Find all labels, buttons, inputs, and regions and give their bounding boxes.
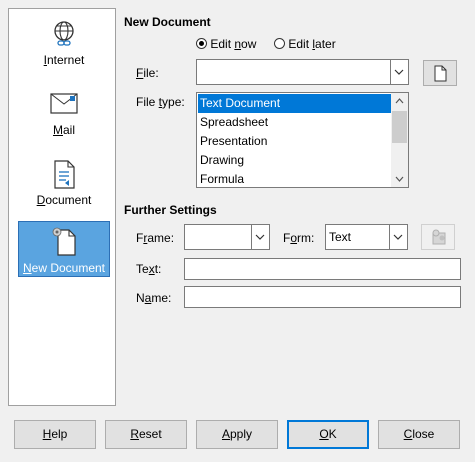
- document-icon: [49, 159, 79, 189]
- blank-page-icon: [434, 65, 447, 82]
- scroll-down-arrow-icon[interactable]: [391, 172, 408, 186]
- event-macro-icon: [432, 229, 446, 245]
- frame-combobox[interactable]: [184, 224, 270, 250]
- form-dropdown-button[interactable]: [389, 225, 407, 249]
- file-type-label: File type:: [136, 95, 185, 109]
- list-item[interactable]: Drawing: [198, 151, 391, 170]
- sidebar-item-document[interactable]: Document: [18, 157, 110, 209]
- scroll-up-arrow-icon[interactable]: [391, 94, 408, 108]
- name-field[interactable]: [184, 286, 461, 308]
- list-item[interactable]: Spreadsheet: [198, 113, 391, 132]
- file-type-listbox[interactable]: Text Document Spreadsheet Presentation D…: [196, 92, 409, 188]
- sidebar-item-internet[interactable]: Internet: [18, 17, 110, 69]
- form-combobox[interactable]: Text: [325, 224, 408, 250]
- file-combobox[interactable]: [196, 59, 409, 85]
- edit-now-label: Edit now: [210, 37, 257, 51]
- list-item[interactable]: Presentation: [198, 132, 391, 151]
- mail-envelope-icon: [49, 89, 79, 119]
- edit-later-label: Edit later: [288, 37, 336, 51]
- edit-later-radio[interactable]: Edit later: [274, 37, 336, 51]
- text-label: Text:: [136, 262, 162, 276]
- close-button[interactable]: Close: [378, 420, 460, 449]
- scrollbar-thumb[interactable]: [392, 111, 407, 143]
- chevron-down-icon: [394, 69, 404, 75]
- reset-button[interactable]: Reset: [105, 420, 187, 449]
- sidebar-item-document-label: Document: [36, 193, 92, 207]
- chevron-down-icon: [393, 234, 403, 240]
- new-document-icon: [50, 226, 80, 256]
- list-item[interactable]: Text Document: [198, 94, 391, 113]
- list-item[interactable]: Formula: [198, 170, 391, 187]
- sidebar-item-mail-label: Mail: [52, 123, 75, 137]
- further-settings-heading: Further Settings: [124, 203, 217, 217]
- text-field[interactable]: [184, 258, 461, 280]
- events-button[interactable]: [421, 224, 455, 250]
- frame-label: Frame:: [136, 231, 175, 245]
- edit-later-radio-indicator[interactable]: [274, 38, 285, 49]
- form-label: Form:: [283, 231, 315, 245]
- chevron-down-icon: [255, 234, 265, 240]
- file-type-scrollbar[interactable]: [391, 93, 408, 187]
- help-button[interactable]: Help: [14, 420, 96, 449]
- edit-now-radio-indicator[interactable]: [196, 38, 207, 49]
- hyperlink-type-sidebar: Internet Mail Document New Document: [8, 8, 116, 406]
- ok-button[interactable]: OK: [287, 420, 369, 449]
- frame-dropdown-button[interactable]: [251, 225, 269, 249]
- sidebar-item-new-document[interactable]: New Document: [18, 221, 110, 277]
- file-dropdown-button[interactable]: [390, 60, 408, 84]
- sidebar-item-new-document-label: New Document: [22, 261, 106, 275]
- edit-now-radio[interactable]: Edit now: [196, 37, 256, 51]
- internet-globe-link-icon: [49, 19, 79, 49]
- sidebar-item-internet-label: Internet: [43, 53, 85, 67]
- name-label: Name:: [136, 291, 172, 305]
- apply-button[interactable]: Apply: [196, 420, 278, 449]
- browse-file-button[interactable]: [423, 60, 457, 86]
- sidebar-item-mail[interactable]: Mail: [18, 87, 110, 139]
- form-value: Text: [329, 230, 352, 244]
- new-document-heading: New Document: [124, 15, 211, 29]
- file-label: File:: [136, 66, 159, 80]
